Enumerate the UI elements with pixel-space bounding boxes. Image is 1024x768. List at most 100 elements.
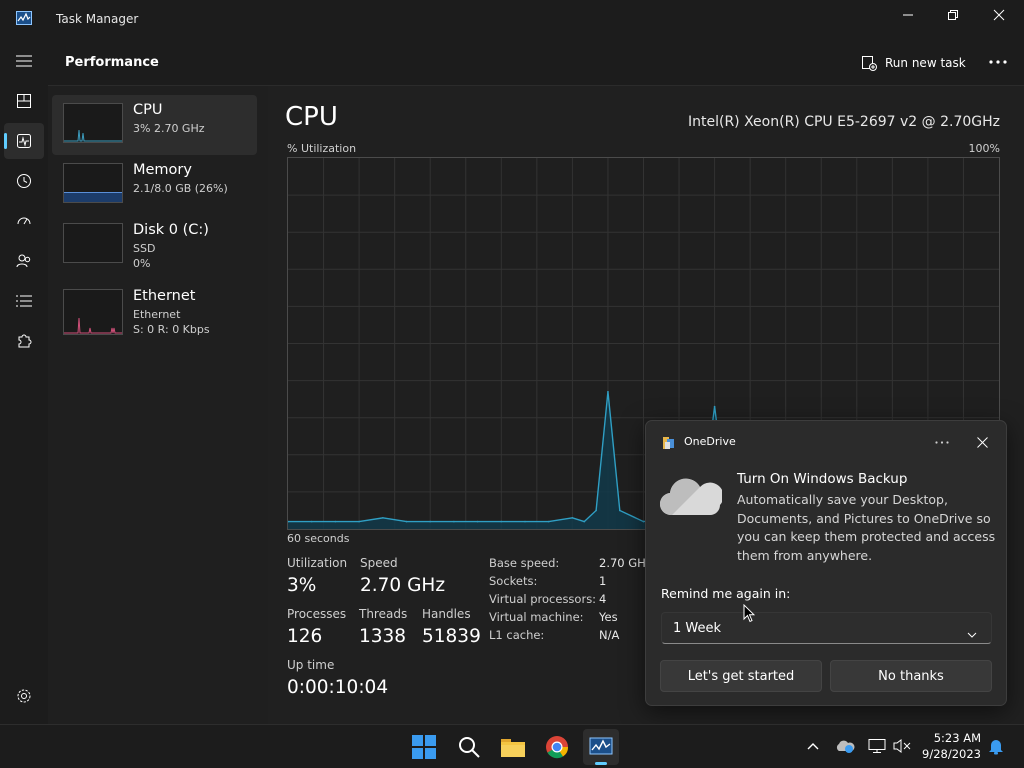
tray-volume[interactable] bbox=[891, 735, 913, 757]
cpu-usage-point bbox=[310, 520, 313, 523]
device-memory[interactable]: Memory 2.1/8.0 GB (26%) bbox=[52, 155, 257, 215]
spec-value: 4 bbox=[599, 592, 607, 606]
y-axis-label: % Utilization bbox=[287, 142, 357, 155]
chevron-up-icon bbox=[807, 743, 819, 750]
handles-value: 51839 bbox=[422, 626, 481, 647]
notifications-button[interactable] bbox=[985, 735, 1007, 757]
spec-value: Yes bbox=[599, 610, 618, 624]
taskbar-chrome[interactable] bbox=[539, 729, 575, 765]
task-manager-icon bbox=[589, 737, 613, 755]
toast-more-button[interactable] bbox=[930, 432, 954, 452]
spec-label: Base speed: bbox=[489, 556, 560, 570]
close-button[interactable] bbox=[976, 0, 1022, 30]
task-manager-app-icon bbox=[16, 10, 32, 25]
navigation-rail bbox=[0, 38, 48, 724]
cpu-usage-point bbox=[405, 520, 408, 523]
minimize-icon bbox=[903, 14, 913, 16]
device-name: CPU bbox=[133, 102, 163, 118]
device-cpu[interactable]: CPU 3% 2.70 GHz bbox=[52, 95, 257, 155]
onedrive-cloud-icon bbox=[836, 740, 855, 753]
start-button[interactable] bbox=[406, 729, 442, 765]
cpu-usage-point bbox=[619, 509, 621, 512]
toast-close-button[interactable] bbox=[970, 432, 994, 452]
spec-label: Virtual processors: bbox=[489, 592, 597, 606]
cpu-usage-point bbox=[547, 520, 550, 523]
nav-performance[interactable] bbox=[4, 123, 44, 159]
run-new-task-button[interactable]: Run new task bbox=[861, 52, 966, 74]
device-name: Memory bbox=[133, 162, 192, 178]
tray-onedrive[interactable] bbox=[834, 735, 856, 757]
cpu-usage-point bbox=[334, 520, 337, 523]
show-hidden-icons-button[interactable] bbox=[802, 735, 824, 757]
device-detail: 3% 2.70 GHz bbox=[133, 122, 205, 135]
search-icon bbox=[459, 737, 480, 758]
spec-value: N/A bbox=[599, 628, 620, 642]
cpu-usage-point bbox=[429, 520, 431, 523]
device-list: CPU 3% 2.70 GHz Memory 2.1/8.0 GB (26%) … bbox=[48, 86, 268, 724]
onedrive-notification: OneDrive Turn On Windows Backup Automati… bbox=[645, 420, 1007, 706]
y-max-label: 100% bbox=[968, 142, 1000, 155]
x-axis-label: 60 seconds bbox=[287, 532, 350, 545]
remind-interval-value: 1 Week bbox=[673, 621, 722, 636]
cpu-usage-point bbox=[583, 520, 586, 523]
spec-label: Virtual machine: bbox=[489, 610, 584, 624]
device-name: Ethernet bbox=[133, 288, 196, 304]
processes-value: 126 bbox=[287, 626, 323, 647]
device-ethernet[interactable]: Ethernet Ethernet S: 0 R: 0 Kbps bbox=[52, 281, 257, 341]
chevron-down-icon bbox=[967, 624, 977, 643]
taskbar-file-explorer[interactable] bbox=[495, 729, 531, 765]
nav-users[interactable] bbox=[4, 243, 44, 279]
device-detail: S: 0 R: 0 Kbps bbox=[133, 323, 210, 336]
services-puzzle-icon bbox=[18, 334, 32, 348]
nav-startup-apps[interactable] bbox=[4, 203, 44, 239]
processes-icon bbox=[17, 94, 31, 108]
clock-time: 5:23 AM bbox=[933, 731, 981, 745]
onedrive-logo-icon bbox=[662, 435, 676, 454]
more-options-button[interactable] bbox=[985, 50, 1011, 74]
cpu-thumbnail-graph bbox=[63, 103, 123, 143]
taskbar-search-button[interactable] bbox=[451, 729, 487, 765]
utilization-label: Utilization bbox=[287, 556, 348, 570]
bell-icon bbox=[989, 740, 1003, 755]
taskbar-task-manager[interactable] bbox=[583, 729, 619, 765]
cpu-model: Intel(R) Xeon(R) CPU E5-2697 v2 @ 2.70GH… bbox=[688, 114, 1000, 130]
minimize-button[interactable] bbox=[885, 0, 931, 30]
device-detail: 2.1/8.0 GB (26%) bbox=[133, 182, 228, 195]
cpu-usage-point bbox=[524, 520, 526, 523]
hamburger-menu-button[interactable] bbox=[4, 43, 44, 79]
device-disk[interactable]: Disk 0 (C:) SSD 0% bbox=[52, 215, 257, 275]
more-dots-icon bbox=[989, 60, 1007, 64]
tray-network[interactable] bbox=[866, 735, 888, 757]
nav-settings[interactable] bbox=[4, 678, 44, 714]
device-detail: 0% bbox=[133, 257, 151, 270]
spec-label: Sockets: bbox=[489, 574, 538, 588]
lets-get-started-button[interactable]: Let's get started bbox=[660, 660, 822, 692]
cpu-usage-point bbox=[607, 390, 609, 393]
nav-services[interactable] bbox=[4, 323, 44, 359]
details-list-icon bbox=[16, 295, 32, 307]
hamburger-icon bbox=[16, 55, 32, 67]
run-new-task-label: Run new task bbox=[885, 56, 966, 70]
volume-muted-icon bbox=[893, 739, 911, 753]
chrome-icon bbox=[546, 736, 569, 759]
nav-details[interactable] bbox=[4, 283, 44, 319]
speed-label: Speed bbox=[360, 556, 398, 570]
users-icon bbox=[16, 254, 31, 268]
gear-icon bbox=[17, 689, 31, 703]
restore-button[interactable] bbox=[930, 0, 976, 30]
page-header: Performance Run new task bbox=[48, 38, 1024, 86]
handles-label: Handles bbox=[422, 607, 471, 621]
startup-gauge-icon bbox=[17, 217, 31, 225]
toast-heading: Turn On Windows Backup bbox=[737, 471, 908, 487]
network-icon bbox=[868, 739, 886, 753]
cloud-icon bbox=[659, 475, 724, 521]
remind-interval-select[interactable]: 1 Week bbox=[661, 612, 992, 644]
no-thanks-button[interactable]: No thanks bbox=[830, 660, 992, 692]
cpu-usage-point bbox=[476, 520, 479, 523]
cpu-usage-point bbox=[713, 405, 716, 408]
nav-processes[interactable] bbox=[4, 83, 44, 119]
uptime-label: Up time bbox=[287, 658, 335, 672]
spec-value: 1 bbox=[599, 574, 607, 588]
nav-app-history[interactable] bbox=[4, 163, 44, 199]
taskbar-clock[interactable]: 5:23 AM 9/28/2023 bbox=[922, 730, 981, 762]
